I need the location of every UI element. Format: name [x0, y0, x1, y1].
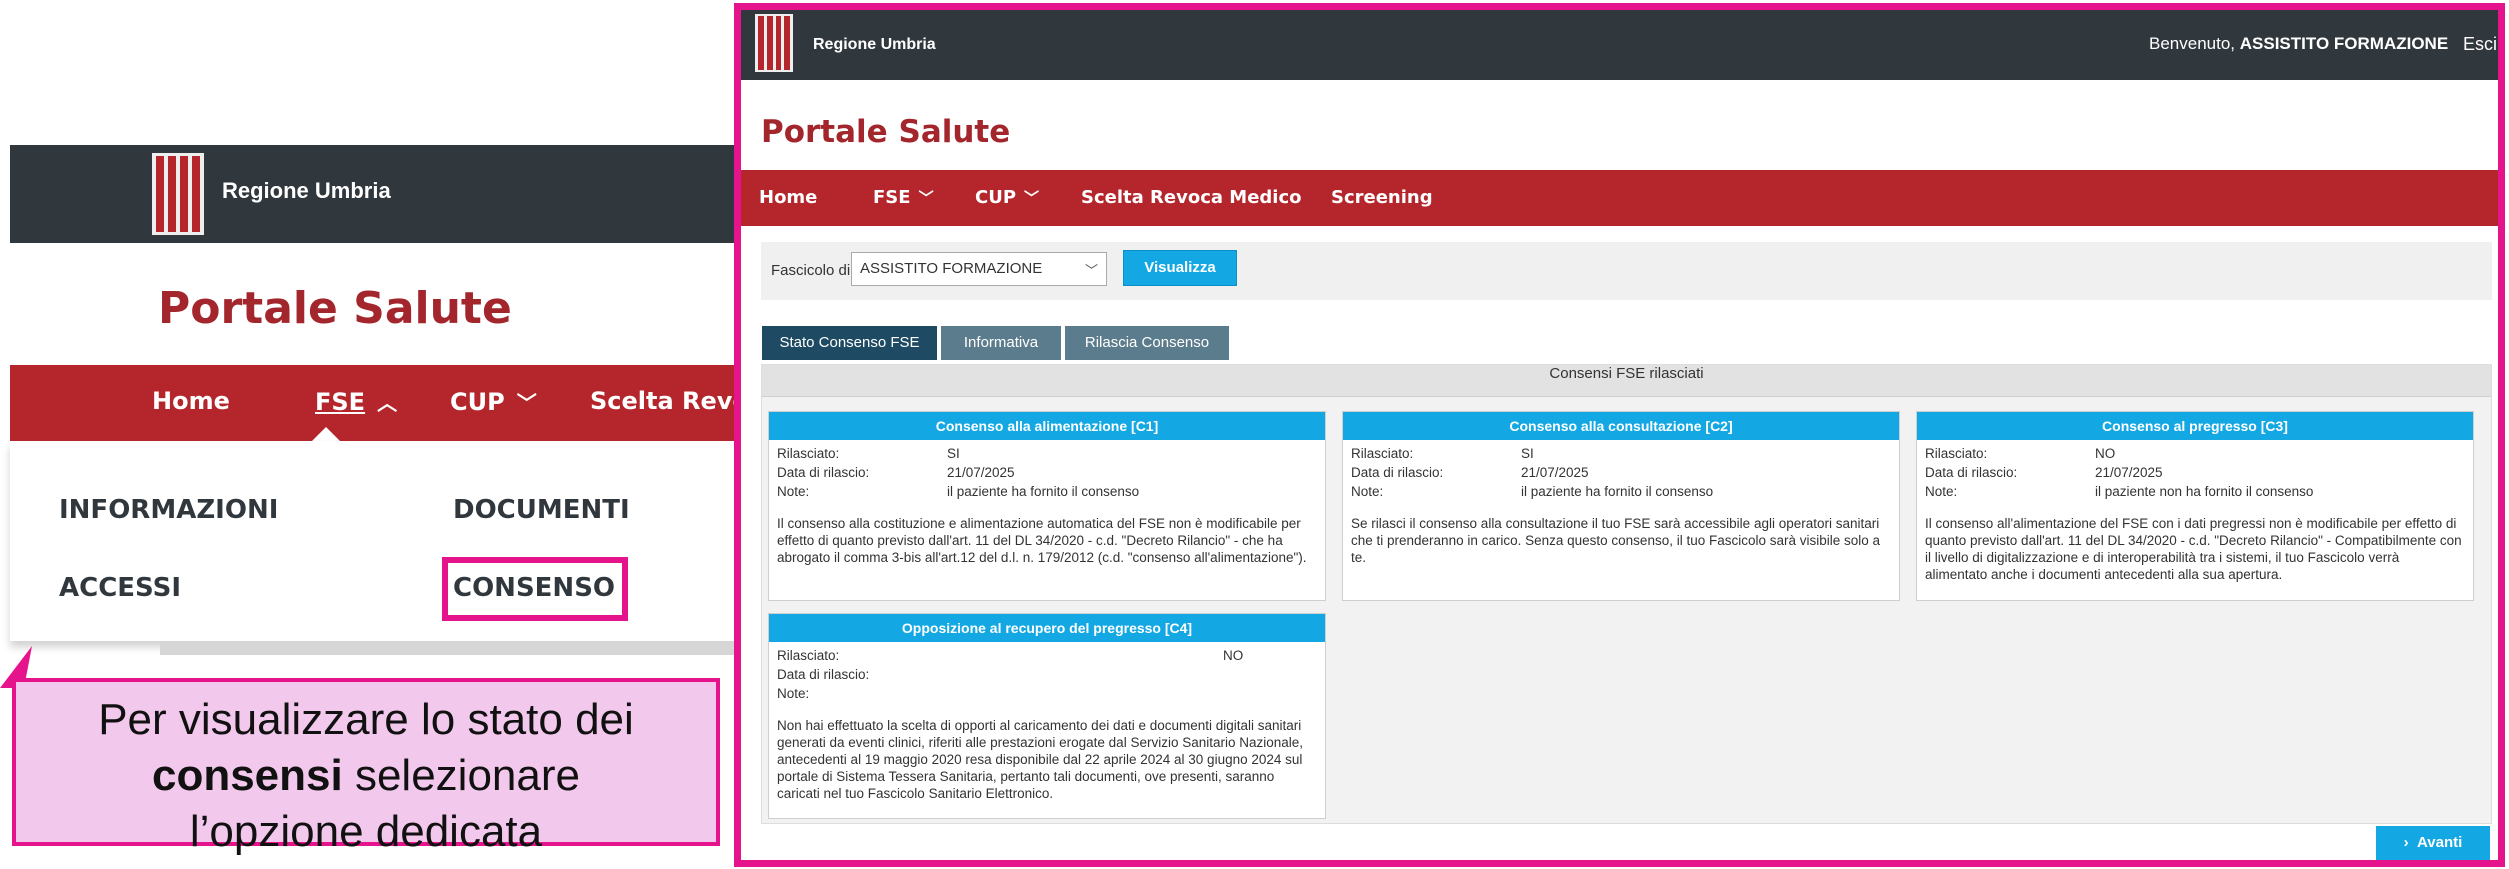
- value-note: il paziente ha fornito il consenso: [1521, 484, 1714, 499]
- label-data: Data di rilascio:: [777, 667, 870, 682]
- left-page-title: Portale Salute: [158, 283, 512, 334]
- regione-umbria-logo-icon: [755, 14, 793, 72]
- chevron-down-icon: ﹀: [516, 391, 537, 415]
- left-header-bar: Regione Umbria: [10, 145, 740, 243]
- tab-informativa[interactable]: Informativa: [941, 326, 1061, 360]
- nav-cup[interactable]: CUP ﹀: [975, 187, 1039, 208]
- section-title: Consensi FSE rilasciati: [762, 365, 2491, 397]
- label-rilasciato: Rilasciato:: [1351, 446, 1414, 461]
- chevron-right-icon: ›: [2403, 834, 2409, 851]
- card-description: Il consenso alla costituzione e alimenta…: [777, 516, 1307, 565]
- card-title: Consenso alla alimentazione [C1]: [769, 412, 1325, 440]
- label-note: Note:: [777, 686, 810, 701]
- label-data: Data di rilascio:: [777, 465, 870, 480]
- welcome-text: Benvenuto, ASSISTITO FORMAZIONE: [2149, 34, 2448, 54]
- regione-umbria-logo-icon: [152, 153, 204, 235]
- tab-rilascia-consenso[interactable]: Rilascia Consenso: [1065, 326, 1229, 360]
- callout-line-1: Per visualizzare lo stato dei: [98, 695, 634, 744]
- callout-bold-word: consensi: [151, 751, 343, 800]
- card-description: Il consenso all'alimentazione del FSE co…: [1925, 516, 2462, 582]
- nav-fse[interactable]: FSE ﹀: [873, 187, 934, 208]
- label-note: Note:: [1351, 484, 1384, 499]
- label-rilasciato: Rilasciato:: [777, 648, 840, 663]
- fascicolo-label: Fascicolo di: [771, 262, 851, 279]
- left-nav-cup-label: CUP: [450, 388, 505, 416]
- label-rilasciato: Rilasciato:: [777, 446, 840, 461]
- card-consenso-c2: Consenso alla consultazione [C2] Rilasci…: [1342, 411, 1900, 601]
- nav-cup-label: CUP: [975, 187, 1017, 208]
- left-nav-bar: Home FSE ︿ CUP ﹀ Scelta Revoc: [10, 365, 763, 441]
- left-zoom-panel: Regione Umbria Portale Salute Home FSE ︿ …: [10, 145, 763, 794]
- value-note: il paziente ha fornito il consenso: [947, 484, 1140, 499]
- avanti-button[interactable]: › Avanti: [2376, 826, 2490, 860]
- avanti-label: Avanti: [2417, 834, 2463, 851]
- nav-scelta-label: Scelta Revoca Medico: [1081, 187, 1302, 208]
- dropdown-shadow: [160, 641, 740, 655]
- left-nav-fse-label: FSE: [315, 388, 366, 416]
- fascicolo-bar: Fascicolo di ASSISTITO FORMAZIONE ﹀ Visu…: [761, 242, 2492, 300]
- nav-home[interactable]: Home: [759, 187, 817, 208]
- card-opposizione-c4: Opposizione al recupero del pregresso [C…: [768, 613, 1326, 819]
- chevron-down-icon: ﹀: [918, 189, 934, 207]
- instruction-callout: Per visualizzare lo stato dei consensi s…: [12, 678, 720, 856]
- card-description: Se rilasci il consenso alla consultazion…: [1351, 516, 1881, 565]
- chevron-down-icon: ﹀: [1084, 263, 1098, 278]
- label-note: Note:: [777, 484, 810, 499]
- welcome-user: ASSISTITO FORMAZIONE: [2239, 34, 2449, 53]
- value-rilasciato: SI: [1521, 446, 1534, 461]
- logout-link[interactable]: Esci: [2463, 34, 2497, 55]
- card-title: Consenso alla consultazione [C2]: [1343, 412, 1899, 440]
- tab-stato-consenso[interactable]: Stato Consenso FSE: [762, 326, 937, 360]
- nav-screening-label: Screening: [1331, 187, 1433, 208]
- callout-line-2-rest: selezionare: [342, 751, 580, 800]
- page-title: Portale Salute: [761, 114, 1011, 150]
- brand-name: Regione Umbria: [813, 36, 936, 53]
- card-consenso-c3: Consenso al pregresso [C3] Rilasciato: NO…: [1916, 411, 2474, 601]
- nav-home-label: Home: [759, 187, 818, 208]
- value-data: 21/07/2025: [947, 465, 1015, 480]
- value-note: il paziente non ha fornito il consenso: [2095, 484, 2314, 499]
- value-rilasciato: SI: [947, 446, 960, 461]
- card-consenso-c1: Consenso alla alimentazione [C1] Rilasci…: [768, 411, 1326, 601]
- label-rilasciato: Rilasciato:: [1925, 446, 1988, 461]
- left-nav-cup[interactable]: CUP ﹀: [450, 387, 537, 416]
- nav-scelta-revoca[interactable]: Scelta Revoca Medico: [1081, 187, 1302, 208]
- callout-line-3: l’opzione dedicata: [189, 807, 543, 856]
- main-nav-bar: Home FSE ﹀ CUP ﹀ Scelta Revoca Medico Scre…: [741, 170, 2498, 226]
- fascicolo-selected-value: ASSISTITO FORMAZIONE: [860, 260, 1043, 277]
- menu-item-informazioni[interactable]: INFORMAZIONI: [59, 495, 278, 525]
- chevron-down-icon: ﹀: [1024, 189, 1040, 207]
- fascicolo-select[interactable]: ASSISTITO FORMAZIONE ﹀: [851, 252, 1107, 286]
- header-bar: Regione Umbria Benvenuto, ASSISTITO FORM…: [741, 10, 2498, 80]
- consenso-highlight-box: [442, 557, 628, 621]
- consensi-panel: Consensi FSE rilasciati Consenso alla al…: [761, 364, 2492, 824]
- value-rilasciato: NO: [1223, 648, 1244, 663]
- callout-line-2: consensi selezionare: [16, 748, 716, 804]
- welcome-prefix: Benvenuto,: [2149, 34, 2240, 53]
- menu-item-documenti[interactable]: DOCUMENTI: [453, 495, 630, 525]
- left-brand-name: Regione Umbria: [222, 178, 391, 203]
- label-data: Data di rilascio:: [1351, 465, 1444, 480]
- menu-item-accessi[interactable]: ACCESSI: [59, 573, 181, 603]
- value-rilasciato: NO: [2095, 446, 2116, 461]
- value-data: 21/07/2025: [1521, 465, 1589, 480]
- card-description: Non hai effettuato la scelta di opporti …: [777, 718, 1304, 801]
- left-nav-fse[interactable]: FSE ︿: [315, 387, 397, 416]
- card-title: Consenso al pregresso [C3]: [1917, 412, 2473, 440]
- label-note: Note:: [1925, 484, 1958, 499]
- label-data: Data di rilascio:: [1925, 465, 2018, 480]
- nav-fse-label: FSE: [873, 187, 911, 208]
- fse-dropdown-menu: [10, 441, 740, 641]
- left-nav-home[interactable]: Home: [152, 387, 230, 415]
- card-title: Opposizione al recupero del pregresso [C…: [769, 614, 1325, 642]
- nav-screening[interactable]: Screening: [1331, 187, 1433, 208]
- portal-screenshot-frame: Regione Umbria Benvenuto, ASSISTITO FORM…: [734, 3, 2505, 867]
- left-nav-home-label: Home: [152, 387, 230, 415]
- chevron-up-icon: ︿: [377, 391, 398, 415]
- visualizza-button[interactable]: Visualizza: [1123, 250, 1237, 286]
- value-data: 21/07/2025: [2095, 465, 2163, 480]
